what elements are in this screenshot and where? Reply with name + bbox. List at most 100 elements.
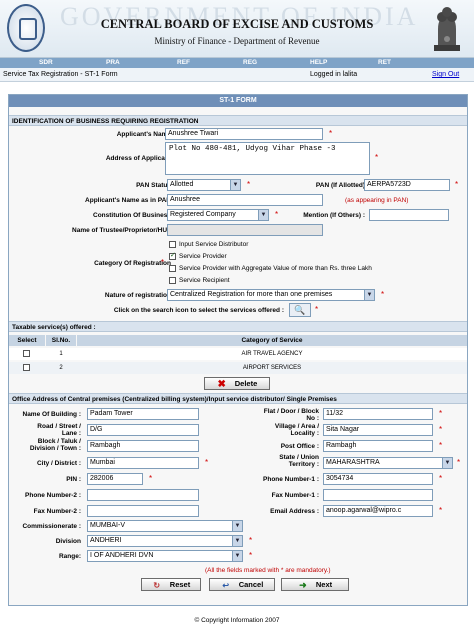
pan-hint: (as appearing in PAN) xyxy=(345,197,409,204)
section-identification: IDENTIFICATION OF BUSINESS REQUIRING REG… xyxy=(9,115,467,126)
category-checkbox-sp-3lakh[interactable] xyxy=(169,265,176,272)
chevron-down-icon: ▼ xyxy=(232,551,242,561)
st1-form: ST-1 FORM IDENTIFICATION OF BUSINESS REQ… xyxy=(8,94,468,606)
city-input[interactable]: Mumbai xyxy=(87,457,199,469)
category-checkbox-isd[interactable] xyxy=(169,241,176,248)
cancel-label: Cancel xyxy=(238,580,264,589)
reset-label: Reset xyxy=(169,580,191,589)
required-star: * xyxy=(439,441,443,450)
nav-item-reg[interactable]: REG xyxy=(243,59,257,66)
category-checkbox-sr[interactable] xyxy=(169,277,176,284)
category-option-sr: Service Recipient xyxy=(179,277,230,284)
applicant-name-input[interactable]: Anushree Tiwari xyxy=(165,128,323,140)
chevron-down-icon: ▼ xyxy=(232,521,242,531)
commissionerate-value: MUMBAI-V xyxy=(90,522,125,529)
mandatory-note: (All the fields marked with * are mandat… xyxy=(205,567,331,574)
pan-name-label: Applicant's Name as in PAN xyxy=(85,197,171,204)
mention-input[interactable] xyxy=(369,209,449,221)
required-star: * xyxy=(329,129,333,138)
required-star: * xyxy=(249,536,253,545)
road-input[interactable]: D/G xyxy=(87,424,199,436)
phone1-input[interactable]: 3054734 xyxy=(323,473,433,485)
fax1-input[interactable] xyxy=(323,489,433,501)
row-select-checkbox[interactable] xyxy=(23,350,30,357)
pan-status-value: Allotted xyxy=(170,181,194,188)
category-label: Category Of Registration xyxy=(94,260,171,267)
nature-select[interactable]: Centralized Registration for more than o… xyxy=(167,289,375,301)
nav-item-ret[interactable]: RET xyxy=(378,59,391,66)
pin-label: PIN : xyxy=(66,476,81,483)
post-input[interactable]: Rambagh xyxy=(323,440,433,452)
commissionerate-select[interactable]: MUMBAI-V ▼ xyxy=(87,520,243,532)
state-select[interactable]: MAHARASHTRA ▼ xyxy=(323,457,453,469)
nav-item-sdr[interactable]: SDR xyxy=(39,59,53,66)
delete-label: Delete xyxy=(234,379,258,388)
pan-status-label: PAN Status xyxy=(136,182,171,189)
col-select: Select xyxy=(9,335,45,346)
fax2-input[interactable] xyxy=(87,505,199,517)
constitution-label: Constitution Of Business xyxy=(93,212,171,219)
commissionerate-label: Commissionerate : xyxy=(22,523,81,530)
form-title: ST-1 FORM xyxy=(9,95,467,107)
required-star: * xyxy=(247,180,251,189)
range-select[interactable]: I OF ANDHERI DVN ▼ xyxy=(87,550,243,562)
sub-bar: Service Tax Registration - ST-1 Form Log… xyxy=(0,68,474,82)
required-star: * xyxy=(161,258,165,267)
required-star: * xyxy=(439,425,443,434)
fax2-label: Fax Number-2 : xyxy=(33,508,81,515)
trustee-label: Name of Trustee/Proprietor/HUF xyxy=(72,227,171,234)
reset-icon: ↻ xyxy=(153,581,161,590)
constitution-value: Registered Company xyxy=(170,211,236,218)
footer-copyright: © Copyright Information 2007 xyxy=(194,617,280,624)
division-value: ANDHERI xyxy=(90,537,122,544)
required-star: * xyxy=(375,153,379,162)
building-input[interactable]: Padam Tower xyxy=(87,408,199,420)
address-label: Address of Applicant xyxy=(105,155,171,162)
building-label: Name Of Building : xyxy=(22,411,82,418)
nature-value: Centralized Registration for more than o… xyxy=(170,291,333,298)
division-select[interactable]: ANDHERI ▼ xyxy=(87,535,243,547)
required-star: * xyxy=(439,409,443,418)
pan-input[interactable]: AERPA5723D xyxy=(364,179,450,191)
sign-out-link[interactable]: Sign Out xyxy=(432,71,459,78)
nav-item-ref[interactable]: REF xyxy=(177,59,190,66)
nav-item-pra[interactable]: PRA xyxy=(106,59,120,66)
section-office-address: Office Address of Central premises (Cent… xyxy=(9,393,467,404)
search-services-label: Click on the search icon to select the s… xyxy=(113,307,284,314)
chevron-down-icon: ▼ xyxy=(258,210,268,220)
arrow-right-icon: ➜ xyxy=(299,580,307,590)
phone2-input[interactable] xyxy=(87,489,199,501)
pan-name-input[interactable]: Anushree xyxy=(167,194,323,206)
pan-status-select[interactable]: Allotted ▼ xyxy=(167,179,241,191)
state-value: MAHARASHTRA xyxy=(326,459,380,466)
taxable-services-heading: Taxable service(s) offered : xyxy=(9,321,467,332)
category-checkbox-sp[interactable] xyxy=(169,251,176,260)
row-select-checkbox[interactable] xyxy=(23,364,30,371)
pan-allotted-label: PAN (If Allotted) xyxy=(315,182,365,189)
fax1-label: Fax Number-1 : xyxy=(271,492,319,499)
reset-button[interactable]: ↻ Reset xyxy=(141,578,201,591)
constitution-select[interactable]: Registered Company ▼ xyxy=(167,209,269,221)
flat-input[interactable]: 11/32 xyxy=(323,408,433,420)
email-label: Email Address : xyxy=(270,508,319,515)
search-services-button[interactable]: 🔍 xyxy=(289,303,311,317)
road-label: Road / Street / Lane : xyxy=(37,423,81,437)
delete-button[interactable]: ✖ Delete xyxy=(204,377,270,390)
state-label: State / Union Territory : xyxy=(279,454,319,468)
address-textarea[interactable]: Plot No 480-481, Udyog Vihar Phase -3 xyxy=(165,142,370,175)
chevron-down-icon: ▼ xyxy=(364,290,374,300)
nav-item-help[interactable]: HELP xyxy=(310,59,327,66)
phone1-label: Phone Number-1 : xyxy=(263,476,319,483)
row-slno: 2 xyxy=(59,365,63,371)
required-star: * xyxy=(439,474,443,483)
pin-input[interactable]: 282006 xyxy=(87,473,143,485)
email-input[interactable]: anoop.agarwal@wipro.c xyxy=(323,505,433,517)
next-button[interactable]: ➜ Next xyxy=(281,578,349,591)
col-slno: Sl.No. xyxy=(46,335,76,346)
col-category: Category of Service xyxy=(77,335,467,346)
block-input[interactable]: Rambagh xyxy=(87,440,199,452)
row-service: AIRPORT SERVICES xyxy=(242,365,302,371)
nature-label: Nature of registration xyxy=(104,292,171,299)
village-input[interactable]: Sita Nagar xyxy=(323,424,433,436)
cancel-button[interactable]: ↩ Cancel xyxy=(209,578,275,591)
